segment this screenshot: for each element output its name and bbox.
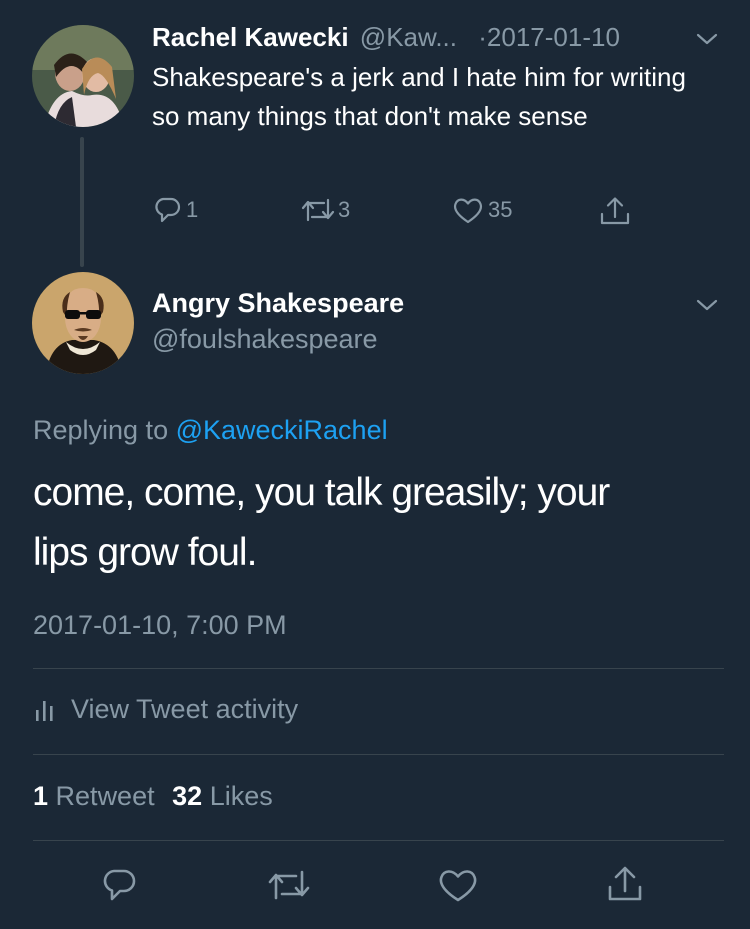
- main-like-button[interactable]: [437, 866, 479, 904]
- like-label: Likes: [209, 781, 273, 811]
- view-tweet-activity-label: View Tweet activity: [71, 694, 299, 724]
- divider-middle: [33, 754, 724, 755]
- like-icon: [452, 195, 484, 225]
- parent-like-action[interactable]: 35: [452, 195, 512, 225]
- share-icon: [605, 864, 645, 904]
- replying-to-line: Replying to @KaweckiRachel: [33, 415, 388, 446]
- parent-tweet-text: Shakespeare's a jerk and I hate him for …: [152, 62, 686, 131]
- like-count: 32: [172, 781, 203, 811]
- replying-to-handle-link[interactable]: @KaweckiRachel: [176, 415, 388, 445]
- reply-icon: [100, 866, 138, 904]
- main-tweet-text-line-2: lips grow foul.: [33, 531, 257, 574]
- like-icon: [437, 866, 479, 904]
- replying-to-label: Replying to: [33, 415, 176, 445]
- parent-chevron-down-icon[interactable]: [695, 30, 719, 48]
- divider-top: [33, 668, 724, 669]
- reply-icon: [152, 195, 182, 225]
- shakespeare-avatar[interactable]: [32, 272, 134, 374]
- main-chevron-down-icon[interactable]: [695, 296, 719, 314]
- divider-bottom: [33, 840, 724, 841]
- likes-stat[interactable]: 32 Likes: [172, 781, 273, 811]
- main-tweet-timestamp[interactable]: 2017-01-10, 7:00 PM: [33, 610, 287, 641]
- thread-connector-line: [80, 137, 84, 267]
- retweet-icon: [300, 195, 336, 225]
- main-reply-button[interactable]: [100, 866, 138, 904]
- main-author-handle[interactable]: @foulshakespeare: [152, 324, 378, 355]
- parent-reply-action[interactable]: 1: [152, 195, 198, 225]
- parent-retweet-action[interactable]: 3: [300, 195, 350, 225]
- engagement-stats: 1 Retweet 32 Likes: [33, 781, 273, 812]
- parent-reply-count: 1: [186, 197, 199, 222]
- main-share-button[interactable]: [605, 864, 645, 904]
- parent-like-count: 35: [488, 197, 513, 222]
- retweet-count: 1: [33, 781, 49, 811]
- parent-author-handle[interactable]: @Kaw...: [360, 22, 457, 52]
- parent-share-action[interactable]: [598, 195, 632, 227]
- rachel-avatar[interactable]: [32, 25, 134, 127]
- main-retweet-button[interactable]: [266, 866, 312, 904]
- main-tweet-text-line-1: come, come, you talk greasily; your: [33, 471, 610, 514]
- parent-author-name[interactable]: Rachel Kawecki: [152, 22, 349, 52]
- view-tweet-activity-link[interactable]: View Tweet activity: [33, 694, 298, 725]
- parent-retweet-count: 3: [338, 197, 351, 222]
- retweets-stat[interactable]: 1 Retweet: [33, 781, 162, 811]
- activity-icon: [33, 697, 57, 723]
- main-author-name[interactable]: Angry Shakespeare: [152, 288, 404, 319]
- retweet-icon: [266, 866, 312, 904]
- share-icon: [598, 195, 632, 227]
- retweet-label: Retweet: [55, 781, 155, 811]
- parent-tweet-date[interactable]: ·2017-01-10: [478, 22, 620, 52]
